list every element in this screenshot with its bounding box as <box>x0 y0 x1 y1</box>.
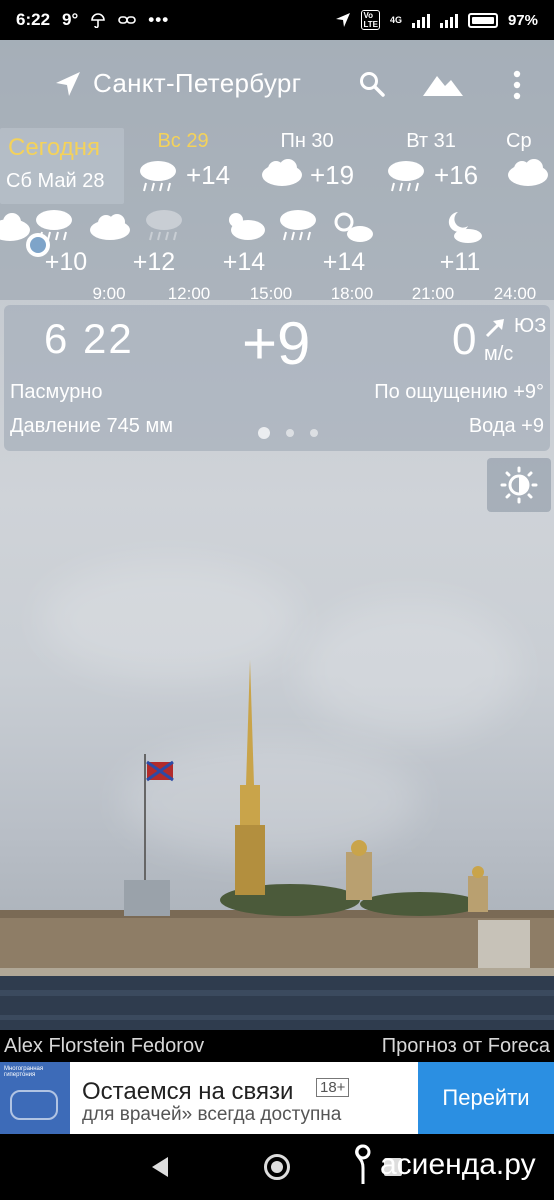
partly-cloudy-icon <box>229 213 265 240</box>
hour-temp: +14 <box>322 248 366 276</box>
watermark-logo-icon <box>355 1144 371 1184</box>
current-time: 6 22 <box>44 315 134 362</box>
feels-like: По ощущению +9° <box>374 381 544 403</box>
cloud-icon <box>262 159 302 186</box>
pressure: Давление 745 мм <box>10 415 173 437</box>
hour-temp: +11 <box>439 248 481 276</box>
mountain-icon[interactable] <box>421 70 465 98</box>
home-icon[interactable] <box>264 1154 290 1180</box>
ad-age-badge: 18+ <box>316 1078 350 1097</box>
rain-icon <box>280 210 316 241</box>
location-arrow-icon[interactable] <box>54 70 82 98</box>
moon-cloud-icon <box>448 212 482 243</box>
cloud-icon <box>90 214 130 240</box>
navigation-arrow-icon <box>336 13 351 27</box>
more-vert-icon[interactable] <box>510 70 524 100</box>
umbrella-icon <box>91 13 106 28</box>
page-dot <box>310 429 318 437</box>
hour-time: 15:00 <box>249 284 293 303</box>
ad-thumbnail: Многогранная гипертония <box>0 1062 70 1134</box>
day-sunday[interactable]: Вс 29 +14 <box>136 130 230 193</box>
credits-bar: Alex Florstein Fedorov Прогноз от Foreca <box>0 1030 554 1062</box>
day-temp: +14 <box>186 159 231 190</box>
cloud-icon <box>508 159 548 186</box>
back-icon[interactable] <box>150 1156 170 1178</box>
status-bar: 6:22 9° ••• Vo LTE 4G 97% <box>0 0 554 40</box>
rain-icon <box>140 161 176 192</box>
watermark: асиенда.ру <box>350 1142 536 1188</box>
status-time: 6:22 <box>16 10 51 29</box>
water-temp: Вода +9 <box>468 415 544 437</box>
ad-headline: Остаемся на связи <box>82 1078 294 1105</box>
wind-speed: 0 <box>452 315 477 364</box>
page-indicator <box>258 427 318 439</box>
photo-author[interactable]: Alex Florstein Fedorov <box>4 1035 204 1058</box>
day-name: Ср <box>506 130 532 152</box>
rain-icon <box>388 161 424 192</box>
day-name: Пн 30 <box>280 130 334 152</box>
hour-temp: +14 <box>222 248 266 276</box>
wind-direction: ЮЗ <box>514 315 547 337</box>
sun-cloud-icon <box>334 212 373 242</box>
day-name: Вт 31 <box>406 130 456 152</box>
rain-icon <box>146 210 182 241</box>
current-temp: +9 <box>242 310 311 377</box>
search-icon[interactable] <box>358 70 386 98</box>
battery-percent: 97% <box>507 11 538 29</box>
hour-time: 18:00 <box>330 284 374 303</box>
status-weather-temp: 9° <box>62 10 79 29</box>
battery-icon <box>467 12 498 28</box>
signal-icon-2 <box>439 12 458 28</box>
signal-icon-1 <box>411 12 430 28</box>
day-temp: +16 <box>434 159 479 190</box>
link-icon <box>118 16 137 24</box>
forecast-provider[interactable]: Прогноз от Foreca <box>382 1035 550 1058</box>
forecast-panel: Санкт-Петербург Сегодня Сб Май 28 Вс 29 … <box>0 40 554 303</box>
hour-time: 9:00 <box>92 284 126 303</box>
condition-text: Пасмурно <box>10 381 103 403</box>
day-tuesday[interactable]: Вт 31 +16 <box>384 130 478 193</box>
current-conditions-card[interactable]: 6 22 +9 0 ЮЗ м/с Пасмурно По ощущению +9… <box>4 305 550 451</box>
day-name: Вс 29 <box>157 130 209 152</box>
day-today[interactable]: Сегодня Сб Май 28 <box>0 128 124 204</box>
page-dot <box>286 429 294 437</box>
day-monday[interactable]: Пн 30 +19 <box>260 130 354 193</box>
hour-time: 21:00 <box>411 284 455 303</box>
network-4g-label: 4G <box>389 15 402 25</box>
page-dot-active <box>258 427 270 439</box>
brightness-icon <box>500 466 538 504</box>
hour-time: 24:00 <box>493 284 537 303</box>
app-bar: Санкт-Петербург <box>0 40 554 128</box>
hourly-forecast[interactable]: +10 +12 +14 +14 +11 9:00 12:00 15:00 18:… <box>0 208 554 303</box>
current-hour-marker <box>26 233 50 257</box>
ad-subline: для врачей» всегда доступна <box>82 1104 342 1125</box>
day-wednesday[interactable]: Ср <box>506 130 554 193</box>
status-more-dots: ••• <box>148 10 170 29</box>
ad-cta-button[interactable]: Перейти <box>418 1062 554 1134</box>
hour-temp: +12 <box>132 248 176 276</box>
brightness-button[interactable] <box>487 458 551 512</box>
watermark-text: асиенда.ру <box>380 1148 536 1181</box>
volte-icon: Vo LTE <box>361 10 380 30</box>
wind-unit: м/с <box>484 343 514 365</box>
wind-direction-arrow-icon <box>485 319 504 338</box>
day-temp: +19 <box>310 159 355 190</box>
ad-thumb-title: Многогранная гипертония <box>4 1066 44 1078</box>
today-date: Сб Май 28 <box>6 170 105 192</box>
hour-time: 12:00 <box>167 284 211 303</box>
city-name[interactable]: Санкт-Петербург <box>93 68 301 99</box>
today-label: Сегодня <box>8 134 100 161</box>
ad-banner[interactable]: Многогранная гипертония Остаемся на связ… <box>0 1062 554 1134</box>
